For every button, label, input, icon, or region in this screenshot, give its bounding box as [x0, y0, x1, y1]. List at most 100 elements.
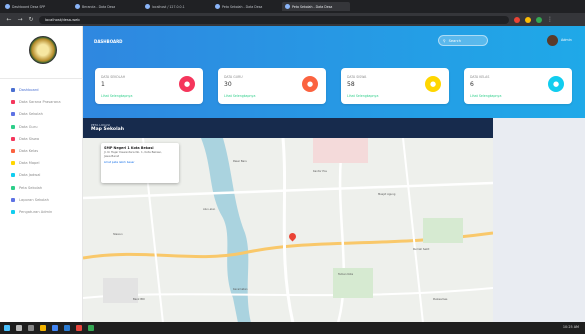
sidebar: Dashboard Data Sarana Prasarana Data Sekol… [0, 26, 83, 322]
chrome-icon[interactable] [52, 325, 58, 331]
sidebar-item-data-sarana-prasarana[interactable]: Data Sarana Prasarana [0, 96, 83, 108]
clock: 10:25 AM [562, 325, 579, 329]
menu-icon[interactable]: ⋮ [547, 16, 553, 23]
browser-tab[interactable]: Peta Sekolah - Data Desa [212, 2, 280, 11]
map-label: Rumah Sakit [413, 248, 430, 251]
map-label: Taman Kota [338, 273, 354, 276]
address-bar: ← → ↻ localhost/desa-web ⋮ [0, 13, 585, 26]
taskbar: 10:25 AM [0, 322, 585, 334]
sidebar-item-icon [11, 209, 15, 214]
sidebar-item-data-sekolah[interactable]: Data Sekolah [0, 108, 83, 120]
main-content: DASHBOARD ⚲ Search Admin DATA SEKOLAH 1 … [83, 26, 585, 322]
tab-favicon-icon [285, 4, 290, 9]
school-logo[interactable] [29, 36, 57, 64]
card-link[interactable]: Lihat Selengkapnya [470, 94, 501, 98]
sidebar-item-icon [11, 161, 15, 166]
avatar[interactable] [547, 35, 558, 46]
tab-favicon-icon [145, 4, 150, 9]
chart-icon: ● [179, 76, 195, 92]
tab-label: Beranda - Data Desa [82, 4, 116, 9]
sidebar-item-label: Data Sekolah [19, 112, 43, 117]
tab-favicon-icon [5, 4, 10, 9]
url-input[interactable]: localhost/desa-web [39, 15, 509, 24]
sidebar-item-label: Data Guru [19, 124, 38, 129]
sidebar-item-label: Data Sarana Prasarana [19, 100, 61, 105]
stat-card-guru[interactable]: DATA GURU 30 Lihat Selengkapnya ● [218, 68, 326, 104]
larger-map-link[interactable]: Lihat peta lebih besar [104, 160, 176, 164]
card-link[interactable]: Lihat Selengkapnya [347, 94, 378, 98]
class-icon: ● [548, 76, 564, 92]
sidebar-item-label: Data Mapel [19, 161, 40, 166]
sidebar-item-icon [11, 185, 15, 190]
user-name[interactable]: Admin [561, 38, 572, 42]
browser-tab[interactable]: localhost / 127.0.0.1 [142, 2, 210, 11]
sidebar-item-laporan-sekolah[interactable]: Laporan Sekolah [0, 194, 83, 206]
search-icon[interactable] [16, 325, 22, 331]
browser-tab-active[interactable]: Peta Sekolah - Data Desa [282, 2, 350, 11]
forward-icon[interactable]: → [17, 16, 23, 23]
stat-card-kelas[interactable]: DATA KELAS 6 Lihat Selengkapnya ● [464, 68, 572, 104]
tab-label: Dashboard Desa SPP [12, 4, 46, 9]
map-title: Map Sekolah [91, 127, 125, 132]
sidebar-item-data-siswa[interactable]: Data Siswa [0, 133, 83, 145]
tab-favicon-icon [75, 4, 80, 9]
stat-card-sekolah[interactable]: DATA SEKOLAH 1 Lihat Selengkapnya ● [95, 68, 203, 104]
card-value: 30 [224, 81, 232, 88]
card-link[interactable]: Lihat Selengkapnya [101, 94, 132, 98]
sidebar-item-label: Data Kelas [19, 149, 39, 154]
sidebar-item-data-jadwal[interactable]: Data Jadwal [0, 169, 83, 181]
map-info-box: SMP Negeri 1 Kota Bekasi Jl. Ki Hajar De… [101, 143, 179, 183]
map-label: Bank BRI [133, 298, 145, 301]
map-label: Kantor Pos [313, 170, 327, 173]
reload-icon[interactable]: ↻ [28, 16, 34, 23]
browser-tab[interactable]: Dashboard Desa SPP [2, 2, 70, 11]
extension-icon[interactable] [525, 16, 531, 23]
sidebar-item-icon [11, 136, 15, 141]
sidebar-item-label: Data Jadwal [19, 173, 41, 178]
tab-label: Peta Sekolah - Data Desa [222, 4, 263, 9]
sidebar-item-data-mapel[interactable]: Data Mapel [0, 157, 83, 169]
extension-icon[interactable] [514, 16, 520, 23]
tab-favicon-icon [215, 4, 220, 9]
sidebar-item-data-kelas[interactable]: Data Kelas [0, 145, 83, 157]
tab-label: Peta Sekolah - Data Desa [292, 4, 333, 9]
sidebar-item-label: Peta Sekolah [19, 185, 43, 190]
search-placeholder: Search [448, 38, 461, 43]
sidebar-item-peta-sekolah[interactable]: Peta Sekolah [0, 182, 83, 194]
card-value: 6 [470, 81, 474, 88]
app-icon[interactable] [76, 325, 82, 331]
search-input[interactable]: ⚲ Search [438, 35, 488, 46]
card-title: DATA SISWA [347, 75, 367, 79]
map-label: Pasar Baru [233, 160, 247, 163]
sidebar-item-data-guru[interactable]: Data Guru [0, 121, 83, 133]
sidebar-item-label: Dashboard [19, 88, 39, 93]
sidebar-item-icon [11, 88, 15, 93]
info-address: Jl. Ki Hajar Dewantara No. 1, Kota Bekas… [104, 150, 162, 158]
sidebar-item-dashboard[interactable]: Dashboard [0, 84, 83, 96]
card-link[interactable]: Lihat Selengkapnya [224, 94, 255, 98]
sidebar-item-pengaturan-admin[interactable]: Pengaturan Admin [0, 206, 83, 218]
task-view-icon[interactable] [28, 325, 34, 331]
map-label: Masjid Agung [378, 193, 396, 196]
file-explorer-icon[interactable] [40, 325, 46, 331]
map-label: Kecamatan [233, 288, 248, 291]
map-label: Puskesmas [433, 298, 448, 301]
app-icon[interactable] [88, 325, 94, 331]
sidebar-menu: Dashboard Data Sarana Prasarana Data Sekol… [0, 84, 83, 218]
card-title: DATA SEKOLAH [101, 75, 126, 79]
card-value: 1 [101, 81, 105, 88]
vscode-icon[interactable] [64, 325, 70, 331]
browser-tab[interactable]: Beranda - Data Desa [72, 2, 140, 11]
windows-start-icon[interactable] [4, 325, 10, 331]
back-icon[interactable]: ← [6, 16, 12, 23]
card-title: DATA GURU [224, 75, 243, 79]
search-icon: ⚲ [443, 38, 446, 43]
sidebar-item-icon [11, 124, 15, 129]
stat-card-siswa[interactable]: DATA SISWA 58 Lihat Selengkapnya ● [341, 68, 449, 104]
profile-icon[interactable] [536, 16, 542, 23]
sidebar-item-label: Data Siswa [19, 136, 40, 141]
embedded-map[interactable]: SMP Negeri 1 Kota Bekasi Jl. Ki Hajar De… [83, 138, 493, 322]
sidebar-item-icon [11, 100, 15, 105]
card-value: 58 [347, 81, 355, 88]
sidebar-item-icon [11, 149, 15, 154]
